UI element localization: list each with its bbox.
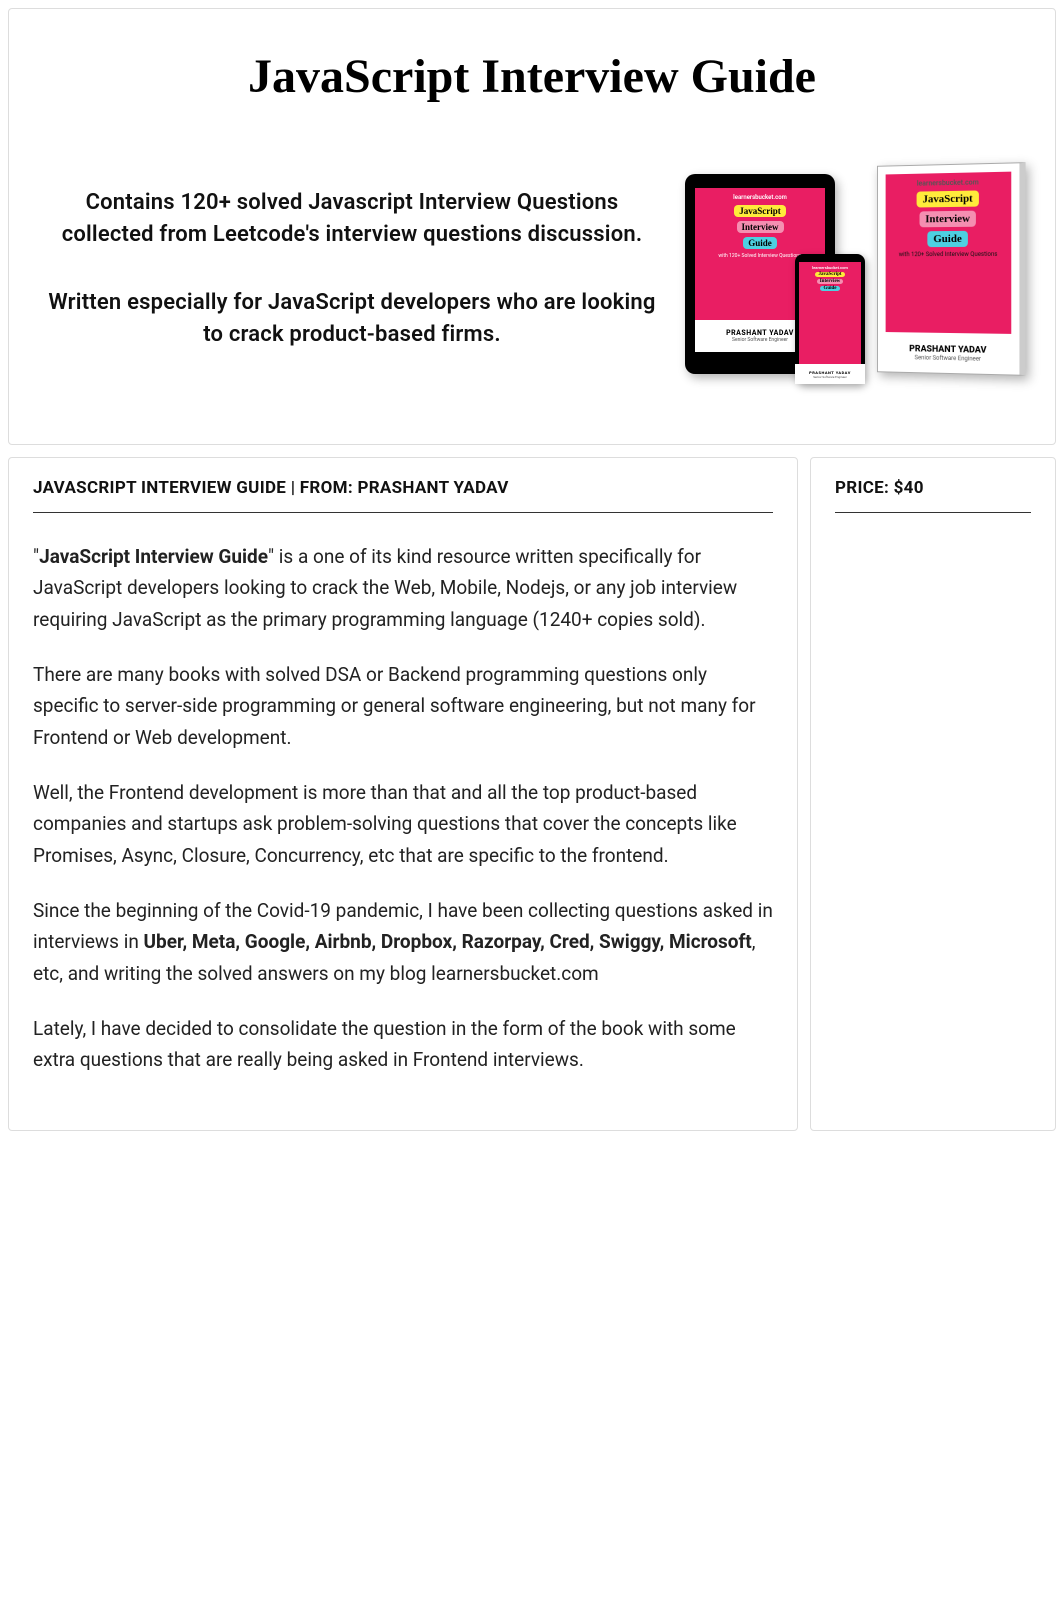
description-p4: Since the beginning of the Covid-19 pand… — [33, 895, 773, 989]
product-mockup: learnersbucket.com JavaScript Interview … — [685, 144, 1025, 394]
hero-line-1: Contains 120+ solved Javascript Intervie… — [39, 187, 665, 251]
phone-word-1: JavaScript — [815, 272, 844, 277]
book-author-role: Senior Software Engineer — [915, 354, 981, 362]
hero-body: Contains 120+ solved Javascript Intervie… — [39, 144, 1025, 394]
tablet-word-2: Interview — [737, 221, 784, 233]
book-word-2: Interview — [919, 211, 976, 228]
phone-word-3: Guide — [820, 286, 839, 291]
phone-brand: learnersbucket.com — [812, 265, 848, 270]
phone-word-2: Interview — [817, 279, 844, 284]
book-brand: learnersbucket.com — [917, 178, 979, 187]
tablet-brand: learnersbucket.com — [733, 194, 787, 201]
book-author-bar: PRASHANT YADAV Senior Software Engineer — [886, 332, 1012, 374]
description-p5: Lately, I have decided to consolidate th… — [33, 1013, 773, 1076]
description-body: "JavaScript Interview Guide" is a one of… — [33, 541, 773, 1076]
description-p1: "JavaScript Interview Guide" is a one of… — [33, 541, 773, 635]
description-p2: There are many books with solved DSA or … — [33, 659, 773, 753]
phone-mockup: learnersbucket.com JavaScript Interview … — [795, 254, 865, 384]
book-mockup: learnersbucket.com JavaScript Interview … — [877, 162, 1026, 376]
description-panel: JAVASCRIPT INTERVIEW GUIDE | FROM: PRASH… — [8, 457, 798, 1131]
description-p3: Well, the Frontend development is more t… — [33, 777, 773, 871]
tablet-word-3: Guide — [743, 237, 777, 249]
page-title: JavaScript Interview Guide — [39, 49, 1025, 104]
hero-card: JavaScript Interview Guide Contains 120+… — [8, 8, 1056, 445]
description-heading: JAVASCRIPT INTERVIEW GUIDE | FROM: PRASH… — [33, 478, 773, 513]
price-label: PRICE: $40 — [835, 478, 1031, 513]
book-word-3: Guide — [927, 231, 967, 247]
book-word-1: JavaScript — [917, 190, 979, 207]
tablet-author-role: Senior Software Engineer — [732, 337, 788, 343]
phone-author-bar: PRASHANT YADAV Senior Software Engineer — [795, 364, 865, 384]
hero-line-2: Written especially for JavaScript develo… — [39, 287, 665, 351]
columns: JAVASCRIPT INTERVIEW GUIDE | FROM: PRASH… — [8, 457, 1056, 1131]
price-panel: PRICE: $40 — [810, 457, 1056, 1131]
tablet-author-name: PRASHANT YADAV — [726, 329, 794, 337]
tablet-subtitle: with 120+ Solved Interview Questions — [718, 253, 801, 259]
book-subtitle: with 120+ Solved Interview Questions — [899, 251, 998, 258]
tablet-word-1: JavaScript — [734, 205, 786, 217]
phone-author-role: Senior Software Engineer — [813, 375, 847, 379]
hero-text: Contains 120+ solved Javascript Intervie… — [39, 187, 665, 351]
